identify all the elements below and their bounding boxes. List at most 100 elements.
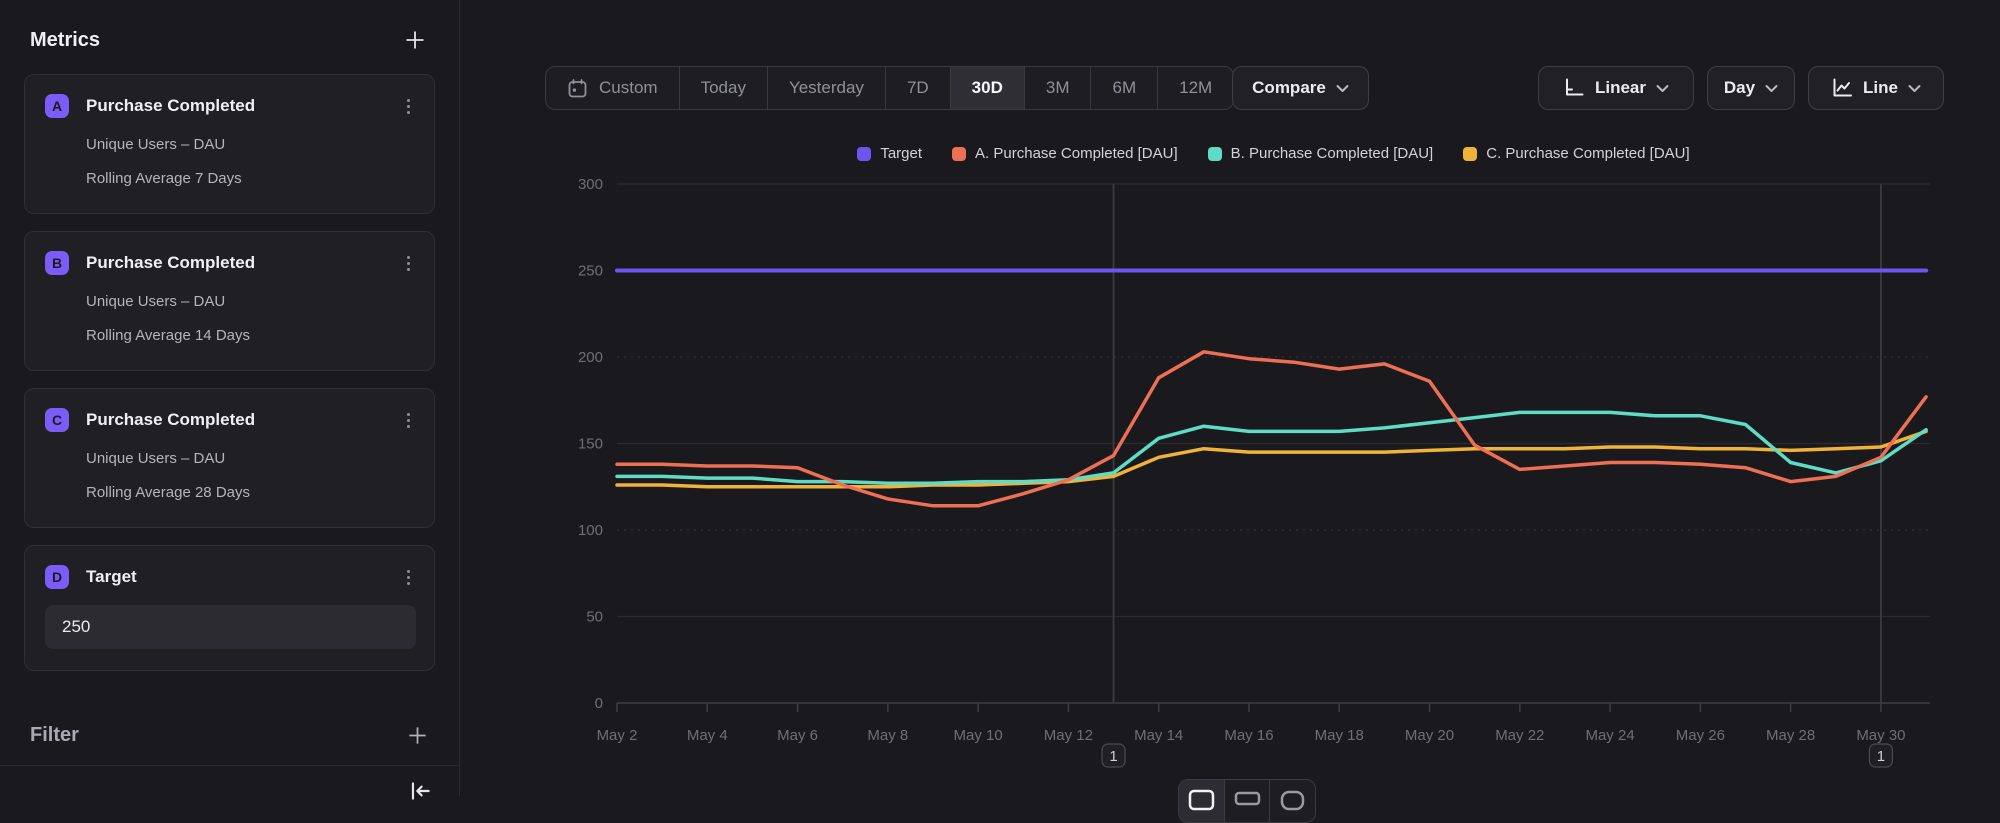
- calendar-icon: [567, 78, 588, 99]
- compare-label: Compare: [1252, 78, 1326, 98]
- range-button-6m[interactable]: 6M: [1090, 67, 1157, 109]
- metric-rolling-label: Rolling Average 14 Days: [86, 327, 416, 344]
- compact-panel-icon: [1279, 789, 1306, 813]
- add-filter-button[interactable]: [406, 724, 429, 747]
- metric-card: APurchase CompletedUnique Users – DAURol…: [24, 74, 435, 214]
- x-axis-tick-label: May 30: [1856, 727, 1905, 744]
- metric-badge: B: [45, 251, 69, 275]
- x-axis-tick-label: May 10: [954, 727, 1003, 744]
- collapse-sidebar-button[interactable]: [407, 778, 433, 807]
- metric-menu-button[interactable]: [401, 408, 417, 433]
- metric-badge: C: [45, 408, 69, 432]
- chart-layout-toggle-group: [1178, 779, 1316, 823]
- y-axis-tick-label: 150: [578, 436, 603, 453]
- sidebar-header: Metrics: [0, 0, 459, 74]
- metric-title: Purchase Completed: [86, 96, 384, 116]
- metric-card-header: C Purchase Completed: [45, 408, 416, 433]
- chevron-down-icon: [1656, 84, 1669, 93]
- chart-panel: Custom Today Yesterday 7D 30D 3M 6M 12M Compare…: [460, 0, 2000, 796]
- filter-section: Filter: [30, 724, 429, 747]
- metric-menu-button[interactable]: [401, 94, 417, 119]
- chart-type-select-button[interactable]: Line: [1808, 66, 1944, 110]
- metric-list: A Purchase Completed Unique Users – DAU Rol…: [0, 74, 459, 528]
- x-axis-tick-label: May 6: [777, 727, 818, 744]
- y-axis-tick-label: 0: [595, 695, 603, 712]
- metric-card-header: A Purchase Completed: [45, 94, 416, 119]
- date-range-group: Custom Today Yesterday 7D 30D 3M 6M 12M: [545, 66, 1234, 110]
- collapse-left-icon: [407, 778, 433, 804]
- chart-type-label: Line: [1863, 78, 1898, 98]
- range-button-30d[interactable]: 30D: [950, 67, 1024, 109]
- range-button-12m[interactable]: 12M: [1157, 67, 1233, 109]
- x-axis-tick-label: May 4: [687, 727, 728, 744]
- range-button-3m[interactable]: 3M: [1024, 67, 1091, 109]
- x-axis-tick-label: May 12: [1044, 727, 1093, 744]
- range-button-7d[interactable]: 7D: [885, 67, 950, 109]
- target-card-header: D Target: [45, 565, 416, 590]
- range-button-label: 3M: [1046, 78, 1070, 98]
- metric-measure-label: Unique Users – DAU: [86, 293, 416, 310]
- metric-badge: A: [45, 94, 69, 118]
- add-metric-button[interactable]: [403, 28, 427, 52]
- granularity-label: Day: [1724, 78, 1755, 98]
- target-value-input[interactable]: [45, 605, 416, 649]
- metric-measure-label: Unique Users – DAU: [86, 450, 416, 467]
- compare-button[interactable]: Compare: [1232, 66, 1369, 110]
- x-axis-tick-label: May 26: [1676, 727, 1725, 744]
- series-line-c: [617, 431, 1926, 486]
- x-axis-tick-label: May 14: [1134, 727, 1183, 744]
- metric-badge-d: D: [45, 565, 69, 589]
- metric-rolling-label: Rolling Average 28 Days: [86, 484, 416, 501]
- range-button-label: Today: [701, 78, 746, 98]
- range-button-yesterday[interactable]: Yesterday: [767, 67, 885, 109]
- line-chart-icon: [1831, 77, 1853, 99]
- sidebar-divider: [0, 765, 459, 766]
- y-axis-tick-label: 200: [578, 349, 603, 366]
- metric-title: Purchase Completed: [86, 253, 384, 273]
- sidebar: Metrics A Purchase Completed Unique Users …: [0, 0, 460, 796]
- metric-title: Purchase Completed: [86, 410, 384, 430]
- layout-large-chart-button[interactable]: [1179, 780, 1224, 822]
- x-axis-tick-label: May 24: [1585, 727, 1634, 744]
- scale-label: Linear: [1595, 78, 1646, 98]
- target-title: Target: [86, 567, 384, 587]
- target-card: D Target: [24, 545, 435, 671]
- range-button-label: 30D: [972, 78, 1003, 98]
- x-axis-tick-label: May 2: [597, 727, 638, 744]
- metric-card: B Purchase Completed Unique Users – DAU Rol…: [24, 231, 435, 371]
- line-chart: 0 50 100 150 200 250 300 May 2 May 4 May 6 May 8 Ma…: [460, 130, 2000, 796]
- range-button-custom[interactable]: Custom: [546, 67, 679, 109]
- metric-menu-button[interactable]: [401, 251, 417, 276]
- annotation-badge-label: 1: [1877, 748, 1885, 765]
- target-menu-button[interactable]: [401, 565, 417, 590]
- range-button-label: 12M: [1179, 78, 1212, 98]
- y-axis-tick-label: 50: [586, 609, 603, 626]
- annotation-badge-label: 1: [1109, 748, 1117, 765]
- granularity-select-button[interactable]: Day: [1707, 66, 1795, 110]
- large-panel-icon: [1188, 789, 1215, 813]
- layout-compact-chart-button[interactable]: [1269, 780, 1315, 822]
- metric-measure-label: Unique Users – DAU: [86, 136, 416, 153]
- metric-card-header: B Purchase Completed: [45, 251, 416, 276]
- y-axis-tick-label: 300: [578, 176, 603, 193]
- metric-card: C Purchase Completed Unique Users – DAU Rol…: [24, 388, 435, 528]
- x-axis-tick-label: May 20: [1405, 727, 1454, 744]
- range-button-today[interactable]: Today: [679, 67, 767, 109]
- x-axis-tick-label: May 18: [1315, 727, 1364, 744]
- scale-select-button[interactable]: Linear: [1538, 66, 1694, 110]
- x-axis-tick-label: May 8: [867, 727, 908, 744]
- metrics-heading: Metrics: [30, 29, 100, 52]
- range-button-label: Yesterday: [789, 78, 864, 98]
- chevron-down-icon: [1336, 84, 1349, 93]
- linear-scale-icon: [1563, 77, 1585, 99]
- x-axis-tick-label: May 16: [1224, 727, 1273, 744]
- filter-heading: Filter: [30, 724, 79, 747]
- range-button-label: 7D: [907, 78, 929, 98]
- y-axis-tick-label: 250: [578, 263, 603, 280]
- split-panel-icon: [1234, 789, 1261, 813]
- chevron-down-icon: [1765, 84, 1778, 93]
- plus-icon: [406, 724, 429, 747]
- layout-split-chart-button[interactable]: [1224, 780, 1270, 822]
- range-button-label: Custom: [599, 78, 658, 98]
- y-axis-tick-label: 100: [578, 522, 603, 539]
